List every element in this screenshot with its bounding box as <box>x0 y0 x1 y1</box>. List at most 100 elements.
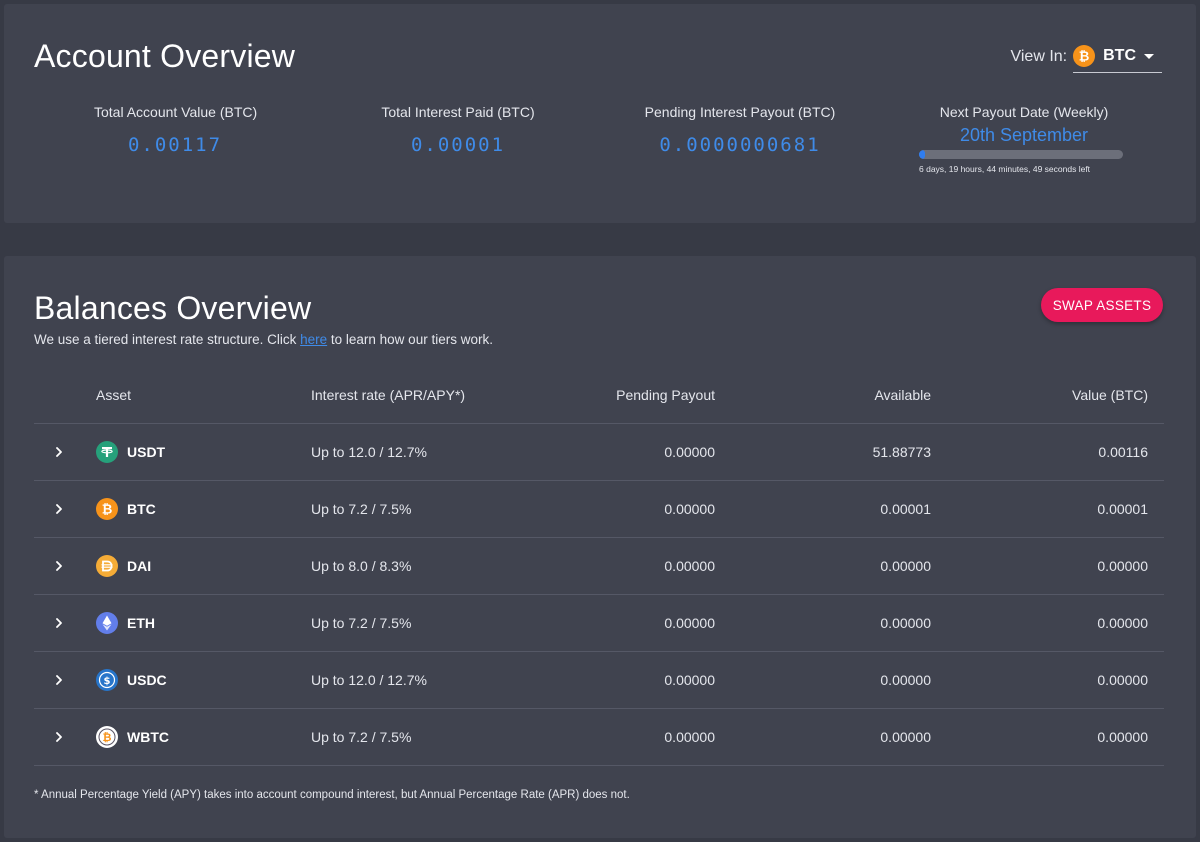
dai-icon <box>96 554 118 577</box>
interest-rate-cell: Up to 7.2 / 7.5% <box>311 594 481 652</box>
eth-icon <box>96 611 118 634</box>
wbtc-icon: ₿ <box>96 725 118 748</box>
header-pending-payout: Pending Payout <box>481 368 715 424</box>
stat-total-account-value: Total Account Value (BTC) 0.00117 <box>94 104 258 156</box>
header-value-btc: Value (BTC) <box>931 368 1164 424</box>
usdt-icon <box>96 440 118 463</box>
chevron-right-icon[interactable] <box>54 617 64 628</box>
svg-text:₿: ₿ <box>102 502 113 517</box>
chevron-right-icon[interactable] <box>54 446 64 457</box>
payout-progress-bar <box>919 150 1123 159</box>
asset-cell: DAI <box>96 537 311 595</box>
svg-text:₿: ₿ <box>103 731 112 744</box>
stat-label: Total Interest Paid (BTC) <box>381 104 535 120</box>
payout-countdown: 6 days, 19 hours, 44 minutes, 49 seconds… <box>919 164 1091 174</box>
apy-footnote: * Annual Percentage Yield (APY) takes in… <box>34 789 630 801</box>
table-row[interactable]: $ USDC Up to 12.0 / 12.7% 0.00000 0.00000 0.0… <box>34 651 1164 709</box>
expand-cell[interactable] <box>34 423 96 481</box>
view-in-label: View In: <box>1010 47 1068 65</box>
balances-overview-title: Balances Overview <box>34 290 312 326</box>
expand-cell[interactable] <box>34 594 96 652</box>
pending-payout-cell: 0.00000 <box>481 480 715 538</box>
available-cell: 0.00000 <box>715 537 931 595</box>
interest-rate-cell: Up to 12.0 / 12.7% <box>311 651 481 709</box>
view-in-control: View In: ₿ BTC <box>1010 40 1162 73</box>
interest-rate-cell: Up to 7.2 / 7.5% <box>311 480 481 538</box>
header-asset: Asset <box>96 368 311 424</box>
asset-cell: USDT <box>96 423 311 481</box>
currency-dropdown[interactable]: ₿ BTC <box>1073 40 1162 73</box>
asset-name: WBTC <box>127 728 169 745</box>
available-cell: 0.00000 <box>715 594 931 652</box>
pending-payout-cell: 0.00000 <box>481 594 715 652</box>
stat-total-interest-paid: Total Interest Paid (BTC) 0.00001 <box>380 104 536 156</box>
available-cell: 0.00000 <box>715 708 931 766</box>
expand-cell[interactable] <box>34 537 96 595</box>
pending-payout-cell: 0.00000 <box>481 708 715 766</box>
tier-info-text-end: to learn how our tiers work. <box>327 332 493 347</box>
header-interest-rate: Interest rate (APR/APY*) <box>311 368 481 424</box>
interest-rate-cell: Up to 8.0 / 8.3% <box>311 537 481 595</box>
asset-name: ETH <box>127 614 155 631</box>
pending-payout-cell: 0.00000 <box>481 423 715 481</box>
payout-date: 20th September <box>959 125 1089 145</box>
payout-progress-fill <box>919 150 926 159</box>
header-expand <box>34 368 96 424</box>
usdc-icon: $ <box>96 668 118 691</box>
asset-cell: ETH <box>96 594 311 652</box>
payout-label: Next Payout Date (Weekly) <box>939 104 1109 120</box>
asset-name: BTC <box>127 500 156 517</box>
value-btc-cell: 0.00001 <box>931 480 1164 538</box>
table-row[interactable]: ₿ WBTC Up to 7.2 / 7.5% 0.00000 0.00000 0.000… <box>34 708 1164 766</box>
interest-rate-cell: Up to 12.0 / 12.7% <box>311 423 481 481</box>
tier-info-text: We use a tiered interest rate structure.… <box>34 332 493 347</box>
table-row[interactable]: USDT Up to 12.0 / 12.7% 0.00000 51.88773 0.0… <box>34 423 1164 481</box>
stat-value: 0.00001 <box>410 134 506 156</box>
chevron-right-icon[interactable] <box>54 503 64 514</box>
value-btc-cell: 0.00000 <box>931 594 1164 652</box>
btc-icon: ₿ <box>96 497 118 520</box>
table-row[interactable]: ₿ BTC Up to 7.2 / 7.5% 0.00000 0.00001 0.0000… <box>34 480 1164 538</box>
value-btc-cell: 0.00000 <box>931 537 1164 595</box>
stat-value: 0.0000000681 <box>659 134 821 156</box>
available-cell: 0.00001 <box>715 480 931 538</box>
next-payout: Next Payout Date (Weekly) 20th September… <box>919 104 1129 174</box>
available-cell: 0.00000 <box>715 651 931 709</box>
expand-cell[interactable] <box>34 651 96 709</box>
asset-cell: $ USDC <box>96 651 311 709</box>
chevron-down-icon <box>1144 53 1154 59</box>
stat-value: 0.00117 <box>127 134 223 156</box>
stat-pending-interest-payout: Pending Interest Payout (BTC) 0.00000006… <box>644 104 836 156</box>
chevron-right-icon[interactable] <box>54 560 64 571</box>
tier-info-link[interactable]: here <box>300 332 327 347</box>
account-overview-card: Account Overview View In: ₿ BTC Total Ac… <box>4 4 1196 223</box>
svg-text:₿: ₿ <box>1079 50 1090 65</box>
stat-label: Pending Interest Payout (BTC) <box>644 104 836 120</box>
balances-overview-card: Balances Overview SWAP ASSETS We use a t… <box>4 256 1196 838</box>
asset-cell: ₿ BTC <box>96 480 311 538</box>
asset-name: USDC <box>127 671 167 688</box>
pending-payout-cell: 0.00000 <box>481 651 715 709</box>
stat-label: Total Account Value (BTC) <box>94 104 258 120</box>
value-btc-cell: 0.00000 <box>931 651 1164 709</box>
tier-info-text-start: We use a tiered interest rate structure.… <box>34 332 301 347</box>
asset-name: DAI <box>127 557 152 574</box>
available-cell: 51.88773 <box>715 423 931 481</box>
expand-cell[interactable] <box>34 708 96 766</box>
value-btc-cell: 0.00000 <box>931 708 1164 766</box>
btc-icon: ₿ <box>1073 45 1096 67</box>
pending-payout-cell: 0.00000 <box>481 537 715 595</box>
value-btc-cell: 0.00116 <box>931 423 1164 481</box>
asset-cell: ₿ WBTC <box>96 708 311 766</box>
chevron-right-icon[interactable] <box>54 674 64 685</box>
asset-name: USDT <box>127 443 166 460</box>
chevron-right-icon[interactable] <box>54 731 64 742</box>
account-overview-title: Account Overview <box>34 38 296 74</box>
swap-assets-button[interactable]: SWAP ASSETS <box>1041 288 1163 322</box>
table-row[interactable]: ETH Up to 7.2 / 7.5% 0.00000 0.00000 0.00000 <box>34 594 1164 652</box>
table-row[interactable]: DAI Up to 8.0 / 8.3% 0.00000 0.00000 0.00000 <box>34 537 1164 595</box>
currency-dropdown-value: BTC <box>1103 47 1136 64</box>
header-available: Available <box>715 368 931 424</box>
expand-cell[interactable] <box>34 480 96 538</box>
svg-text:$: $ <box>104 675 111 686</box>
